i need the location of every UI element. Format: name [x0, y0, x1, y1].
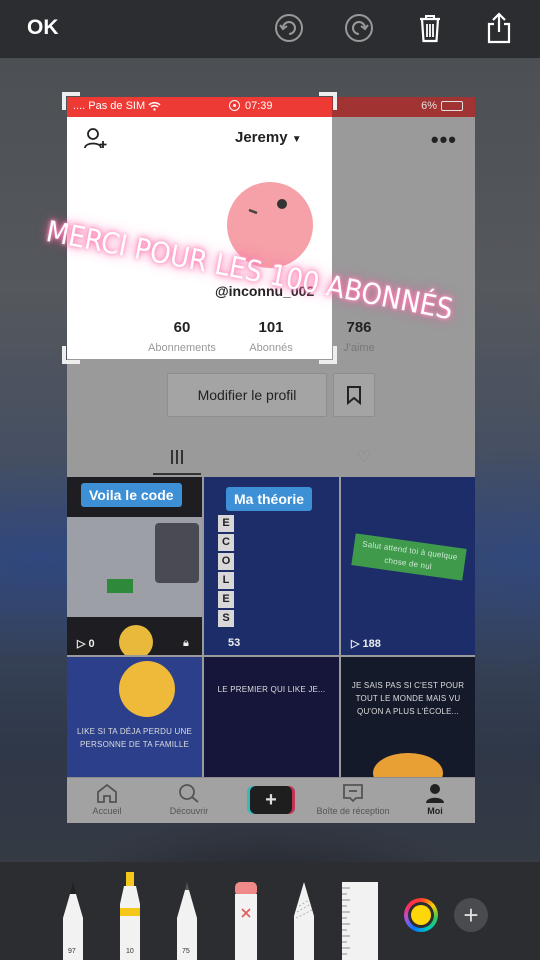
video-grid: Voila le code ▷ 0 🔒︎ Ma théorie E C O L …: [67, 477, 475, 777]
video-tile[interactable]: JE SAIS PAS SI C'EST POUR TOUT LE MONDE …: [341, 657, 475, 777]
color-picker-button[interactable]: [404, 898, 438, 932]
edit-profile-button[interactable]: Modifier le profil: [167, 373, 327, 417]
letter-tile: S: [218, 610, 234, 627]
grid-tab-icon[interactable]: [167, 449, 187, 465]
profile-username[interactable]: Jeremy ▼: [235, 129, 302, 146]
view-count: 53: [228, 637, 241, 649]
wifi-icon: [148, 100, 161, 112]
pencil-tool[interactable]: 75: [175, 882, 199, 960]
video-caption: JE SAIS PAS SI C'EST POUR TOUT LE MONDE …: [351, 681, 465, 716]
create-video-button[interactable]: +: [250, 786, 292, 814]
letter-tile: L: [218, 572, 234, 589]
crop-handle-top-left[interactable]: [62, 92, 80, 110]
bottom-navigation: Accueil Découvrir + Boîte de réception M…: [67, 777, 475, 823]
stat-value: 60: [173, 319, 191, 336]
battery-level: 6%: [421, 100, 437, 112]
crop-handle-top-right[interactable]: [319, 92, 337, 110]
emoji-partial: [373, 753, 443, 777]
profile-icon: [395, 782, 475, 804]
selected-color-swatch: [411, 905, 431, 925]
lasso-tool[interactable]: [292, 882, 316, 960]
nav-label: Accueil: [92, 806, 122, 816]
more-icon[interactable]: •••: [431, 127, 457, 153]
video-caption: Voila le code: [81, 483, 182, 507]
home-icon: [67, 782, 147, 804]
video-thumbnail: [67, 517, 202, 617]
nav-item-inbox[interactable]: Boîte de réception: [313, 782, 393, 816]
video-caption: LIKE SI TA DÉJA PERDU UNE PERSONNE DE TA…: [77, 727, 192, 749]
stat-value: 786: [346, 319, 372, 336]
pen-width: 97: [68, 948, 76, 955]
nav-item-home[interactable]: Accueil: [67, 782, 147, 816]
add-user-icon[interactable]: [83, 127, 109, 156]
letter-tile: E: [218, 515, 234, 532]
view-count: ▷ 188: [351, 638, 381, 650]
video-tile[interactable]: LIKE SI TA DÉJA PERDU UNE PERSONNE DE TA…: [67, 657, 202, 777]
stat-followers: 101 Abonnés: [241, 319, 301, 354]
video-tile[interactable]: Salut attend toi à quelque chose de nul …: [341, 477, 475, 655]
view-count: ▷ 0: [77, 638, 95, 650]
trash-icon[interactable]: [412, 10, 448, 46]
emoji-crying: [119, 661, 175, 717]
undo-icon[interactable]: [271, 10, 307, 46]
nav-label: Boîte de réception: [316, 806, 390, 816]
stat-following: 60 Abonnements: [137, 319, 227, 354]
video-caption: Salut attend toi à quelque chose de nul: [351, 533, 467, 581]
nav-label: Moi: [427, 806, 443, 816]
alarm-icon: [229, 100, 240, 111]
stat-value: 101: [258, 319, 284, 336]
chevron-down-icon: ▼: [291, 134, 302, 145]
crop-status-bar: .... Pas de SIM 07:39: [67, 97, 332, 117]
letter-tile: E: [218, 591, 234, 608]
share-icon[interactable]: [481, 10, 517, 46]
video-caption: Ma théorie: [226, 487, 313, 511]
stat-likes: 786 J'aime: [329, 319, 389, 354]
status-time: 07:39: [245, 100, 273, 112]
add-markup-button[interactable]: +: [454, 898, 488, 932]
letter-tiles: E C O L E S: [218, 515, 234, 627]
ok-button[interactable]: OK: [27, 16, 59, 40]
lock-icon: 🔒︎: [183, 637, 189, 649]
crop-handle-bottom-left[interactable]: [62, 346, 80, 364]
pen-tool[interactable]: 97: [61, 882, 85, 960]
video-tile[interactable]: Voila le code ▷ 0 🔒︎: [67, 477, 202, 655]
carrier-text: .... Pas de SIM: [73, 100, 146, 112]
markup-top-bar: OK: [0, 0, 540, 58]
redo-icon[interactable]: [341, 10, 377, 46]
search-icon: [149, 782, 229, 804]
video-tile[interactable]: Ma théorie E C O L E S 53: [204, 477, 339, 655]
ruler-tool[interactable]: [342, 882, 378, 960]
bookmark-icon[interactable]: [333, 373, 375, 417]
inbox-icon: [313, 782, 393, 804]
stat-label: Abonnements: [148, 342, 216, 354]
battery-icon: [441, 101, 463, 112]
letter-tile: C: [218, 534, 234, 551]
pencil-width: 75: [182, 948, 190, 955]
active-tab-indicator: [153, 473, 201, 475]
stat-label: J'aime: [343, 342, 375, 354]
nav-item-profile[interactable]: Moi: [395, 782, 475, 816]
video-tile[interactable]: LE PREMIER QUI LIKE JE...: [204, 657, 339, 777]
nav-item-discover[interactable]: Découvrir: [149, 782, 229, 816]
plus-icon: +: [265, 789, 277, 811]
nav-label: Découvrir: [169, 806, 209, 816]
crop-handle-bottom-right[interactable]: [319, 346, 337, 364]
eraser-tool[interactable]: [233, 882, 259, 960]
video-caption: LE PREMIER QUI LIKE JE...: [217, 685, 326, 694]
liked-tab-icon[interactable]: ♡: [357, 447, 371, 467]
marker-tool[interactable]: 10: [118, 872, 142, 960]
marker-width: 10: [126, 948, 134, 955]
letter-tile: O: [218, 553, 234, 570]
emoji-smile: [119, 625, 153, 655]
stat-label: Abonnés: [249, 342, 293, 354]
plus-icon: +: [463, 900, 479, 930]
